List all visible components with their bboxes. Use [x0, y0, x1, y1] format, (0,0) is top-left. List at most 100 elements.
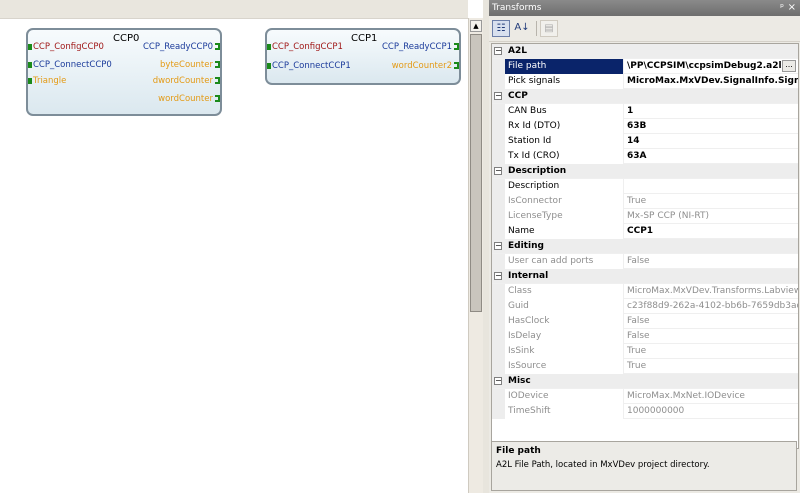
input-port-icon: [267, 62, 271, 69]
property-row[interactable]: Class MicroMax.MxVDev.Transforms.Labview.: [492, 284, 798, 299]
collapse-icon[interactable]: −: [494, 92, 502, 100]
property-name[interactable]: IODevice: [505, 389, 624, 404]
output-port[interactable]: CCP_ReadyCCP1: [382, 42, 459, 52]
browse-ellipsis-button[interactable]: ...: [782, 60, 796, 72]
input-port[interactable]: CCP_ConnectCCP0: [28, 60, 112, 70]
category-description[interactable]: − Description: [492, 164, 798, 179]
row-gutter: [492, 134, 505, 149]
input-port[interactable]: Triangle: [28, 76, 66, 86]
input-port[interactable]: CCP_ConfigCCP0: [28, 42, 104, 52]
input-port-icon: [28, 77, 32, 84]
property-value: False: [627, 316, 650, 326]
property-row[interactable]: Rx Id (DTO) 63B: [492, 119, 798, 134]
category-a2l[interactable]: − A2L: [492, 44, 798, 59]
property-row[interactable]: Description: [492, 179, 798, 194]
property-name[interactable]: Class: [505, 284, 624, 299]
property-value: MicroMax.MxNet.IODevice: [627, 391, 745, 401]
property-name[interactable]: Name: [505, 224, 624, 239]
collapse-icon[interactable]: −: [494, 242, 502, 250]
property-name[interactable]: IsSource: [505, 359, 624, 374]
property-value[interactable]: CCP1: [624, 224, 798, 239]
property-row[interactable]: Guid c23f88d9-262a-4102-bb6b-7659db3adf: [492, 299, 798, 314]
property-name[interactable]: Pick signals: [505, 74, 624, 89]
transform-block-ccp0[interactable]: CCP0 CCP_ConfigCCP0 CCP_ConnectCCP0 Tria…: [26, 28, 222, 116]
output-port[interactable]: byteCounter: [160, 60, 220, 70]
input-port-icon: [267, 43, 271, 50]
property-row[interactable]: User can add ports False: [492, 254, 798, 269]
scroll-up-arrow-icon[interactable]: ▲: [470, 20, 482, 32]
property-row[interactable]: File path \PP\CCPSIM\ccpsimDebug2.a2l...: [492, 59, 798, 74]
category-ccp[interactable]: − CCP: [492, 89, 798, 104]
category-misc[interactable]: − Misc: [492, 374, 798, 389]
property-name[interactable]: IsConnector: [505, 194, 624, 209]
property-name[interactable]: User can add ports: [505, 254, 624, 269]
canvas-vertical-scrollbar[interactable]: ▲: [468, 18, 483, 493]
property-row[interactable]: CAN Bus 1: [492, 104, 798, 119]
property-row[interactable]: LicenseType Mx-SP CCP (NI-RT): [492, 209, 798, 224]
help-title: File path: [496, 446, 541, 456]
collapse-icon[interactable]: −: [494, 272, 502, 280]
property-row[interactable]: IsSink True: [492, 344, 798, 359]
property-name[interactable]: HasClock: [505, 314, 624, 329]
property-value[interactable]: 1: [624, 104, 798, 119]
output-port-icon: [215, 95, 220, 102]
collapse-icon[interactable]: −: [494, 167, 502, 175]
property-value[interactable]: 14: [624, 134, 798, 149]
row-gutter: [492, 314, 505, 329]
property-value: False: [627, 256, 650, 266]
property-row[interactable]: Station Id 14: [492, 134, 798, 149]
property-name[interactable]: TimeShift: [505, 404, 624, 419]
property-row[interactable]: Name CCP1: [492, 224, 798, 239]
property-name[interactable]: Station Id: [505, 134, 624, 149]
property-pages-button[interactable]: ▤: [540, 20, 558, 37]
row-gutter: [492, 299, 505, 314]
input-port[interactable]: CCP_ConnectCCP1: [267, 61, 351, 71]
property-value[interactable]: \PP\CCPSIM\ccpsimDebug2.a2l: [624, 59, 798, 74]
transform-block-ccp1[interactable]: CCP1 CCP_ConfigCCP1 CCP_ConnectCCP1 CCP_…: [265, 28, 461, 85]
alphabetical-view-button[interactable]: A↓: [513, 20, 531, 37]
property-value[interactable]: MicroMax.MxVDev.SignalInfo.Sign: [624, 74, 798, 89]
category-editing[interactable]: − Editing: [492, 239, 798, 254]
collapse-icon[interactable]: −: [494, 377, 502, 385]
output-port[interactable]: CCP_ReadyCCP0: [143, 42, 220, 52]
category-internal[interactable]: − Internal: [492, 269, 798, 284]
property-name[interactable]: File path: [505, 59, 624, 74]
input-port-label: CCP_ConnectCCP0: [33, 60, 112, 70]
scroll-thumb[interactable]: [470, 34, 482, 312]
property-value[interactable]: 63B: [624, 119, 798, 134]
categorized-view-button[interactable]: ☷: [492, 20, 510, 37]
help-text: A2L File Path, located in MxVDev project…: [496, 460, 710, 470]
pin-icon[interactable]: ᵖ: [780, 0, 784, 16]
property-row[interactable]: IsSource True: [492, 359, 798, 374]
output-port[interactable]: wordCounter2: [392, 61, 459, 71]
close-icon[interactable]: ×: [788, 0, 796, 16]
input-port[interactable]: CCP_ConfigCCP1: [267, 42, 343, 52]
property-name[interactable]: CAN Bus: [505, 104, 624, 119]
transforms-panel: Transforms ᵖ × ☷ A↓ ▤ − A2L File path \PP\C…: [489, 0, 800, 493]
property-name[interactable]: IsSink: [505, 344, 624, 359]
property-row[interactable]: Tx Id (CRO) 63A: [492, 149, 798, 164]
property-row[interactable]: TimeShift 1000000000: [492, 404, 798, 419]
property-row[interactable]: Pick signals MicroMax.MxVDev.SignalInfo.S…: [492, 74, 798, 89]
property-value[interactable]: [624, 179, 798, 194]
property-value[interactable]: 63A: [624, 149, 798, 164]
property-name[interactable]: LicenseType: [505, 209, 624, 224]
property-name[interactable]: Guid: [505, 299, 624, 314]
property-value: MicroMax.MxVDev.Transforms.Labview.: [627, 286, 798, 296]
row-gutter: [492, 329, 505, 344]
property-row[interactable]: IODevice MicroMax.MxNet.IODevice: [492, 389, 798, 404]
row-gutter: [492, 179, 505, 194]
collapse-icon[interactable]: −: [494, 47, 502, 55]
property-name[interactable]: IsDelay: [505, 329, 624, 344]
property-name[interactable]: Rx Id (DTO): [505, 119, 624, 134]
property-row[interactable]: HasClock False: [492, 314, 798, 329]
property-name[interactable]: Tx Id (CRO): [505, 149, 624, 164]
input-port-label: CCP_ConfigCCP1: [272, 42, 343, 52]
property-row[interactable]: IsDelay False: [492, 329, 798, 344]
property-value: True: [627, 361, 647, 371]
output-port[interactable]: dwordCounter: [153, 76, 220, 86]
property-row[interactable]: IsConnector True: [492, 194, 798, 209]
output-port[interactable]: wordCounter: [158, 94, 220, 104]
property-name[interactable]: Description: [505, 179, 624, 194]
diagram-canvas[interactable]: CCP0 CCP_ConfigCCP0 CCP_ConnectCCP0 Tria…: [0, 0, 468, 493]
